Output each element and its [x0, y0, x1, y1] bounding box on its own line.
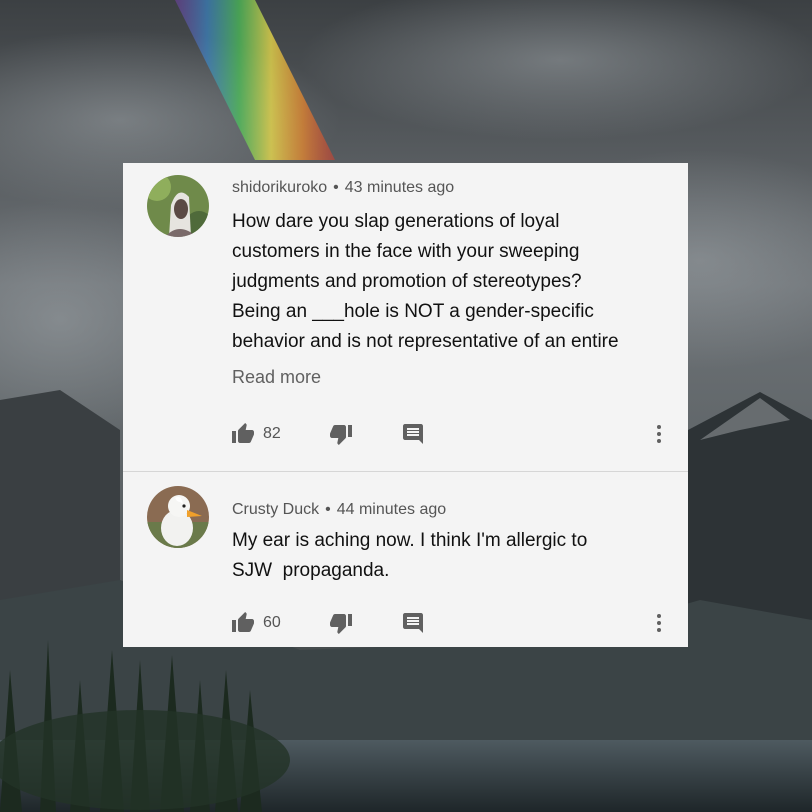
like-button[interactable]: 82: [231, 422, 281, 446]
reply-button[interactable]: [401, 611, 425, 635]
meta-separator: •: [333, 179, 339, 196]
comment-actions: 82: [231, 422, 671, 446]
like-count: 82: [263, 425, 281, 442]
comment-time[interactable]: 43 minutes ago: [345, 179, 454, 196]
more-vertical-icon: [657, 425, 661, 443]
dislike-button[interactable]: [329, 422, 353, 446]
comment-author[interactable]: shidorikuroko: [232, 179, 327, 196]
comment-text-line: judgments and promotion of stereotypes?: [232, 271, 582, 292]
comment-text-line: How dare you slap generations of loyal: [232, 211, 560, 232]
comments-card: shidorikuroko • 43 minutes ago How dare yo…: [123, 163, 688, 647]
like-button[interactable]: 60: [231, 611, 281, 635]
dislike-button[interactable]: [329, 611, 353, 635]
comment-time[interactable]: 44 minutes ago: [337, 501, 446, 518]
comment-text-line: My ear is aching now. I think I'm allerg…: [232, 530, 588, 551]
thumbs-up-icon: [232, 423, 254, 443]
reply-comment-icon: [403, 424, 423, 444]
more-options-button[interactable]: [647, 611, 671, 635]
comment-text: My ear is aching now. I think I'm allerg…: [232, 526, 672, 586]
comment-author[interactable]: Crusty Duck: [232, 501, 319, 518]
avatar[interactable]: [147, 175, 209, 237]
comment-meta: shidorikuroko • 43 minutes ago: [232, 179, 454, 197]
comment-item: Crusty Duck • 44 minutes ago My ear is ach…: [123, 472, 688, 647]
more-options-button[interactable]: [647, 422, 671, 446]
comment-item: shidorikuroko • 43 minutes ago How dare yo…: [123, 163, 688, 471]
comment-text: How dare you slap generations of loyal c…: [232, 207, 672, 357]
reply-button[interactable]: [401, 422, 425, 446]
avatar[interactable]: [147, 486, 209, 548]
white-duck-avatar-icon: [147, 486, 209, 548]
comment-text-line: customers in the face with your sweeping: [232, 241, 580, 262]
comment-text-line: SJW propaganda.: [232, 560, 390, 581]
more-vertical-icon: [657, 614, 661, 632]
comment-meta: Crusty Duck • 44 minutes ago: [232, 501, 446, 519]
person-with-white-hair-avatar-icon: [147, 175, 209, 237]
thumbs-down-icon: [330, 614, 352, 634]
read-more-link[interactable]: Read more: [232, 367, 321, 388]
comment-actions: 60: [231, 611, 671, 635]
comment-text-line: behavior and is not representative of an…: [232, 331, 619, 352]
thumbs-down-icon: [330, 425, 352, 445]
comment-text-line: Being an ___hole is NOT a gender-specifi…: [232, 301, 594, 322]
thumbs-up-icon: [232, 612, 254, 632]
like-count: 60: [263, 614, 281, 631]
reply-comment-icon: [403, 613, 423, 633]
meta-separator: •: [325, 501, 331, 518]
